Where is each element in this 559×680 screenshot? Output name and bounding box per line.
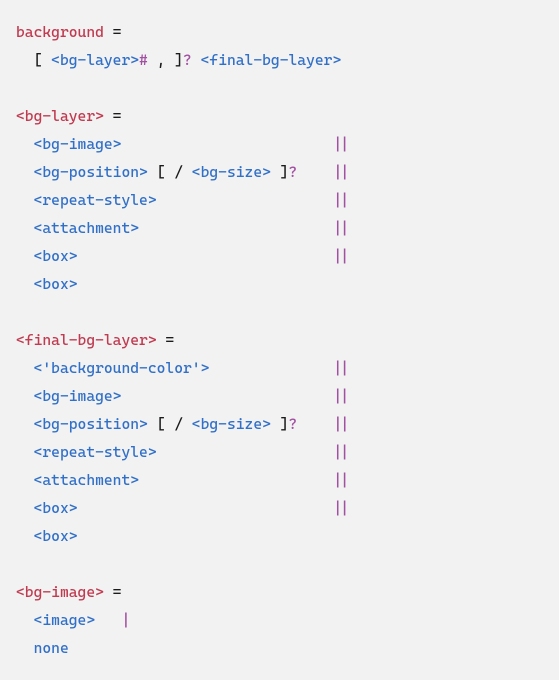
syntax-token: <bg-layer> (16, 107, 104, 125)
syntax-token (192, 51, 201, 69)
syntax-token: || (332, 443, 350, 461)
syntax-token: <repeat-style> (34, 443, 157, 461)
syntax-token: , (148, 51, 174, 69)
syntax-token: || (332, 359, 350, 377)
syntax-token: <'background-color'> (34, 359, 210, 377)
syntax-token: <box> (34, 499, 78, 517)
syntax-token: = (104, 23, 130, 41)
syntax-block: background = [ <bg-layer># , ]? <final-b… (16, 18, 543, 662)
syntax-token: ] (174, 51, 183, 69)
syntax-token: || (332, 191, 350, 209)
syntax-token: ] (271, 415, 289, 433)
syntax-token: <bg-position> (34, 415, 148, 433)
syntax-token: <box> (34, 527, 78, 545)
syntax-token: || (332, 415, 350, 433)
syntax-token: / (174, 163, 192, 181)
syntax-token: || (332, 471, 350, 489)
syntax-token: || (332, 163, 350, 181)
syntax-token: <attachment> (34, 471, 139, 489)
syntax-token: ? (288, 163, 297, 181)
syntax-token: [ (148, 415, 174, 433)
syntax-token: <bg-size> (192, 415, 271, 433)
syntax-token: [ (34, 51, 52, 69)
syntax-token: <bg-image> (34, 387, 122, 405)
syntax-token: = (104, 583, 130, 601)
syntax-token: <box> (34, 247, 78, 265)
syntax-token: [ (148, 163, 174, 181)
syntax-token: <bg-size> (192, 163, 271, 181)
syntax-token: || (332, 219, 350, 237)
syntax-token: <bg-image> (34, 135, 122, 153)
syntax-token: <repeat-style> (34, 191, 157, 209)
syntax-token: <bg-image> (16, 583, 104, 601)
syntax-token: ? (288, 415, 297, 433)
syntax-token: ? (183, 51, 192, 69)
syntax-token: <final-bg-layer> (16, 331, 157, 349)
syntax-token: | (121, 611, 130, 629)
syntax-token: || (332, 247, 350, 265)
syntax-token: none (34, 639, 69, 657)
syntax-token: / (174, 415, 192, 433)
syntax-token: = (104, 107, 130, 125)
syntax-token: <image> (34, 611, 96, 629)
syntax-token: <bg-position> (34, 163, 148, 181)
syntax-token: <attachment> (34, 219, 139, 237)
syntax-token: = (157, 331, 183, 349)
syntax-token: <box> (34, 275, 78, 293)
syntax-token: || (332, 387, 350, 405)
syntax-token: ] (271, 163, 289, 181)
syntax-token: # (139, 51, 148, 69)
syntax-token: background (16, 23, 104, 41)
syntax-token: <bg-layer> (51, 51, 139, 69)
syntax-token: <final-bg-layer> (201, 51, 342, 69)
syntax-token: || (332, 499, 350, 517)
syntax-token: || (332, 135, 350, 153)
